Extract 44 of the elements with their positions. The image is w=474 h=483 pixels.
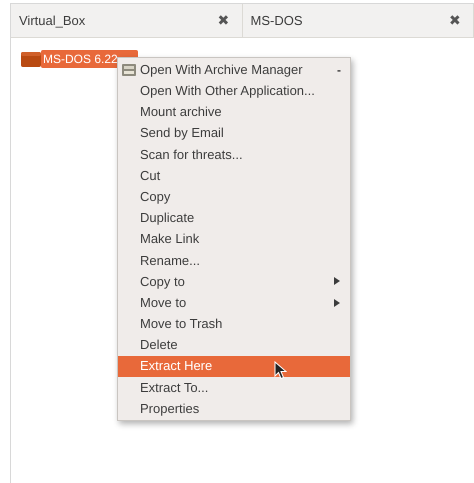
menu-item[interactable]: Open With Other Application... (118, 80, 350, 102)
menu-item[interactable]: Copy to (118, 270, 350, 292)
menu-item-label: Open With Other Application... (140, 82, 315, 100)
menu-item[interactable]: Send by Email (118, 122, 350, 144)
mouse-pointer-icon (274, 360, 287, 380)
menu-item[interactable]: Cut (118, 164, 350, 186)
menu-item-label: Rename... (140, 252, 200, 270)
menu-item-label: Send by Email (140, 124, 224, 142)
menu-item-label: Copy to (140, 272, 185, 291)
archive-icon (21, 51, 41, 67)
submenu-arrow-icon (334, 298, 340, 307)
menu-item[interactable]: Mount archive (118, 101, 350, 123)
menu-item[interactable]: Duplicate (118, 207, 350, 228)
menu-item-label: Copy (140, 188, 170, 206)
menu-item-label: Properties (140, 400, 200, 418)
menu-item-label: Scan for threats... (140, 146, 243, 164)
menu-item-label: Cut (140, 166, 160, 185)
menu-item-label: Mount archive (140, 103, 222, 122)
menu-item[interactable]: Scan for threats... (118, 144, 350, 165)
close-icon[interactable]: ✖ (218, 10, 230, 31)
close-icon[interactable]: ✖ (449, 10, 461, 31)
tab[interactable]: Virtual_Box ✖ (11, 4, 242, 37)
menu-item-label: Move to (140, 294, 186, 312)
menu-item[interactable]: Copy (118, 186, 350, 208)
menu-item-label: Open With Archive Manager (140, 60, 303, 79)
menu-item-label: Extract To... (140, 378, 208, 397)
menu-item[interactable]: Move to Trash (118, 313, 350, 334)
menu-item-mark: - (337, 62, 341, 79)
menu-item[interactable]: Make Link (118, 228, 350, 250)
menu-item-label: Duplicate (140, 209, 194, 228)
menu-item-label: Extract Here (140, 357, 212, 376)
menu-item-label: Move to Trash (140, 315, 222, 334)
menu-item[interactable]: Rename... (118, 250, 350, 271)
menu-item-label: Delete (140, 336, 178, 354)
menu-item[interactable]: Properties (118, 398, 350, 420)
submenu-arrow-icon (334, 277, 340, 286)
menu-item[interactable]: Move to (118, 292, 350, 314)
menu-item[interactable]: Extract To... (118, 376, 350, 398)
menu-item-label: Make Link (140, 230, 200, 248)
tab-label: MS-DOS (250, 12, 302, 30)
tab[interactable]: MS-DOS ✖ (242, 4, 474, 37)
archive-manager-icon (121, 62, 137, 78)
menu-item[interactable]: Delete (118, 334, 350, 356)
tab-label: Virtual_Box (19, 12, 86, 30)
